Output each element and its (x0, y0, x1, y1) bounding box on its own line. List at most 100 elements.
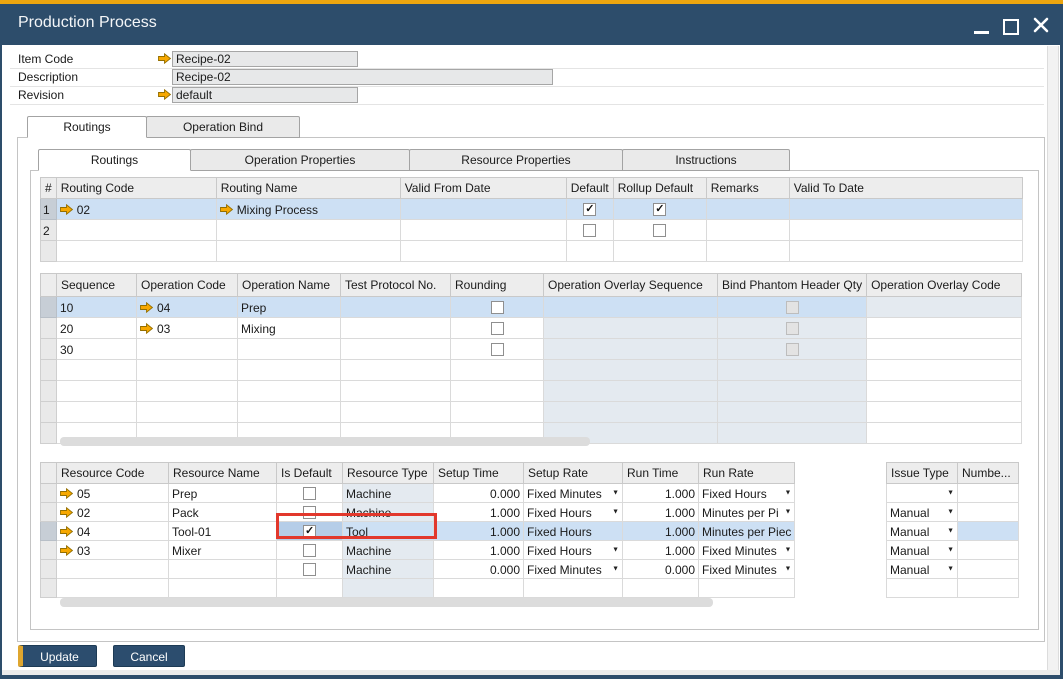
table-cell[interactable] (613, 241, 706, 262)
column-header[interactable]: Issue Type (887, 463, 958, 484)
table-cell[interactable] (958, 484, 1019, 503)
column-header[interactable]: Valid From Date (400, 178, 566, 199)
table-cell[interactable]: Prep (238, 297, 341, 318)
table-cell[interactable]: Fixed Minutes▼ (699, 560, 795, 579)
table-cell[interactable]: 1.000 (434, 522, 524, 541)
link-cell[interactable]: 02 (56, 199, 216, 220)
table-cell[interactable]: 1.000 (623, 484, 699, 503)
dropdown-arrow-icon[interactable]: ▼ (612, 566, 619, 573)
column-header[interactable]: Run Rate (699, 463, 795, 484)
table-cell[interactable] (718, 381, 867, 402)
checkbox-unchecked[interactable] (303, 506, 316, 519)
table-cell[interactable] (718, 360, 867, 381)
table-cell[interactable] (57, 360, 137, 381)
dropdown-arrow-icon[interactable]: ▼ (612, 509, 619, 516)
table-cell[interactable] (137, 339, 238, 360)
table-cell[interactable] (341, 360, 451, 381)
table-cell[interactable]: Minutes per Piec (699, 522, 795, 541)
dropdown-arrow-icon[interactable]: ▼ (784, 547, 791, 554)
table-cell[interactable]: Prep (169, 484, 277, 503)
dropdown-arrow-icon[interactable]: ▼ (612, 490, 619, 497)
link-cell[interactable]: 04 (57, 522, 169, 541)
row-header[interactable] (41, 541, 57, 560)
table-cell[interactable]: Machine (343, 560, 434, 579)
table-cell[interactable] (238, 339, 341, 360)
table-cell[interactable] (524, 579, 623, 598)
row-header[interactable] (41, 339, 57, 360)
table-cell[interactable]: 0.000 (434, 560, 524, 579)
column-header[interactable]: Resource Code (57, 463, 169, 484)
dropdown-arrow-icon[interactable]: ▼ (947, 490, 954, 497)
row-header[interactable] (41, 423, 57, 444)
table-cell[interactable]: Fixed Hours▼ (524, 541, 623, 560)
checkbox-unchecked[interactable] (653, 224, 666, 237)
checkbox-cell[interactable] (718, 318, 867, 339)
dropdown-arrow-icon[interactable]: ▼ (947, 528, 954, 535)
table-cell[interactable] (137, 381, 238, 402)
column-header[interactable]: Operation Code (137, 274, 238, 297)
table-cell[interactable] (789, 241, 1022, 262)
description-field[interactable]: Recipe-02 (172, 69, 553, 85)
link-arrow-icon[interactable] (158, 53, 171, 64)
checkbox-cell[interactable] (566, 199, 613, 220)
row-header[interactable] (41, 241, 57, 262)
checkbox-cell[interactable] (613, 220, 706, 241)
tab-operation-properties[interactable]: Operation Properties (190, 149, 410, 171)
table-cell[interactable] (341, 402, 451, 423)
table-cell[interactable] (434, 579, 524, 598)
resources-hscrollbar-thumb[interactable] (60, 598, 713, 607)
dropdown-arrow-icon[interactable]: ▼ (947, 547, 954, 554)
table-cell[interactable] (57, 402, 137, 423)
table-cell[interactable] (400, 220, 566, 241)
table-cell[interactable] (341, 318, 451, 339)
row-header[interactable] (41, 297, 57, 318)
column-header[interactable]: Remarks (706, 178, 789, 199)
table-cell[interactable]: Fixed Minutes▼ (699, 541, 795, 560)
table-cell[interactable] (544, 402, 718, 423)
table-cell[interactable] (566, 241, 613, 262)
table-cell[interactable] (867, 297, 1022, 318)
row-header[interactable] (41, 560, 57, 579)
checkbox-checked[interactable] (653, 203, 666, 216)
checkbox-unchecked[interactable] (491, 343, 504, 356)
dropdown-arrow-icon[interactable]: ▼ (947, 566, 954, 573)
checkbox-cell[interactable] (718, 297, 867, 318)
table-cell[interactable]: Fixed Hours▼ (699, 484, 795, 503)
table-cell[interactable] (341, 339, 451, 360)
table-cell[interactable] (238, 402, 341, 423)
link-arrow-icon[interactable] (60, 507, 73, 518)
table-cell[interactable]: Pack (169, 503, 277, 522)
table-cell[interactable]: Tool-01 (169, 522, 277, 541)
table-cell[interactable] (958, 541, 1019, 560)
table-cell[interactable] (216, 220, 400, 241)
column-header[interactable]: Resource Name (169, 463, 277, 484)
row-header[interactable] (41, 484, 57, 503)
table-cell[interactable] (216, 241, 400, 262)
row-header[interactable] (41, 402, 57, 423)
column-header[interactable]: Routing Name (216, 178, 400, 199)
table-cell[interactable]: 30 (57, 339, 137, 360)
table-cell[interactable] (544, 318, 718, 339)
tab-routings-outer[interactable]: Routings (27, 116, 147, 138)
table-cell[interactable] (400, 241, 566, 262)
table-cell[interactable]: Mixing (238, 318, 341, 339)
table-cell[interactable] (544, 381, 718, 402)
table-cell[interactable]: Tool (343, 522, 434, 541)
checkbox-cell[interactable] (277, 541, 343, 560)
column-header[interactable]: Run Time (623, 463, 699, 484)
tab-instructions[interactable]: Instructions (622, 149, 790, 171)
table-cell[interactable] (887, 579, 958, 598)
column-header[interactable]: Default (566, 178, 613, 199)
table-cell[interactable] (544, 339, 718, 360)
table-cell[interactable] (706, 241, 789, 262)
table-cell[interactable]: ▼ (887, 484, 958, 503)
checkbox-cell[interactable] (566, 220, 613, 241)
column-header[interactable] (41, 463, 57, 484)
row-header[interactable] (41, 579, 57, 598)
table-cell[interactable] (57, 560, 169, 579)
column-header[interactable]: Operation Overlay Sequence (544, 274, 718, 297)
column-header[interactable]: Rounding (451, 274, 544, 297)
column-header[interactable]: Resource Type (343, 463, 434, 484)
operations-hscrollbar-thumb[interactable] (60, 437, 590, 446)
column-header[interactable]: Numbe... (958, 463, 1019, 484)
